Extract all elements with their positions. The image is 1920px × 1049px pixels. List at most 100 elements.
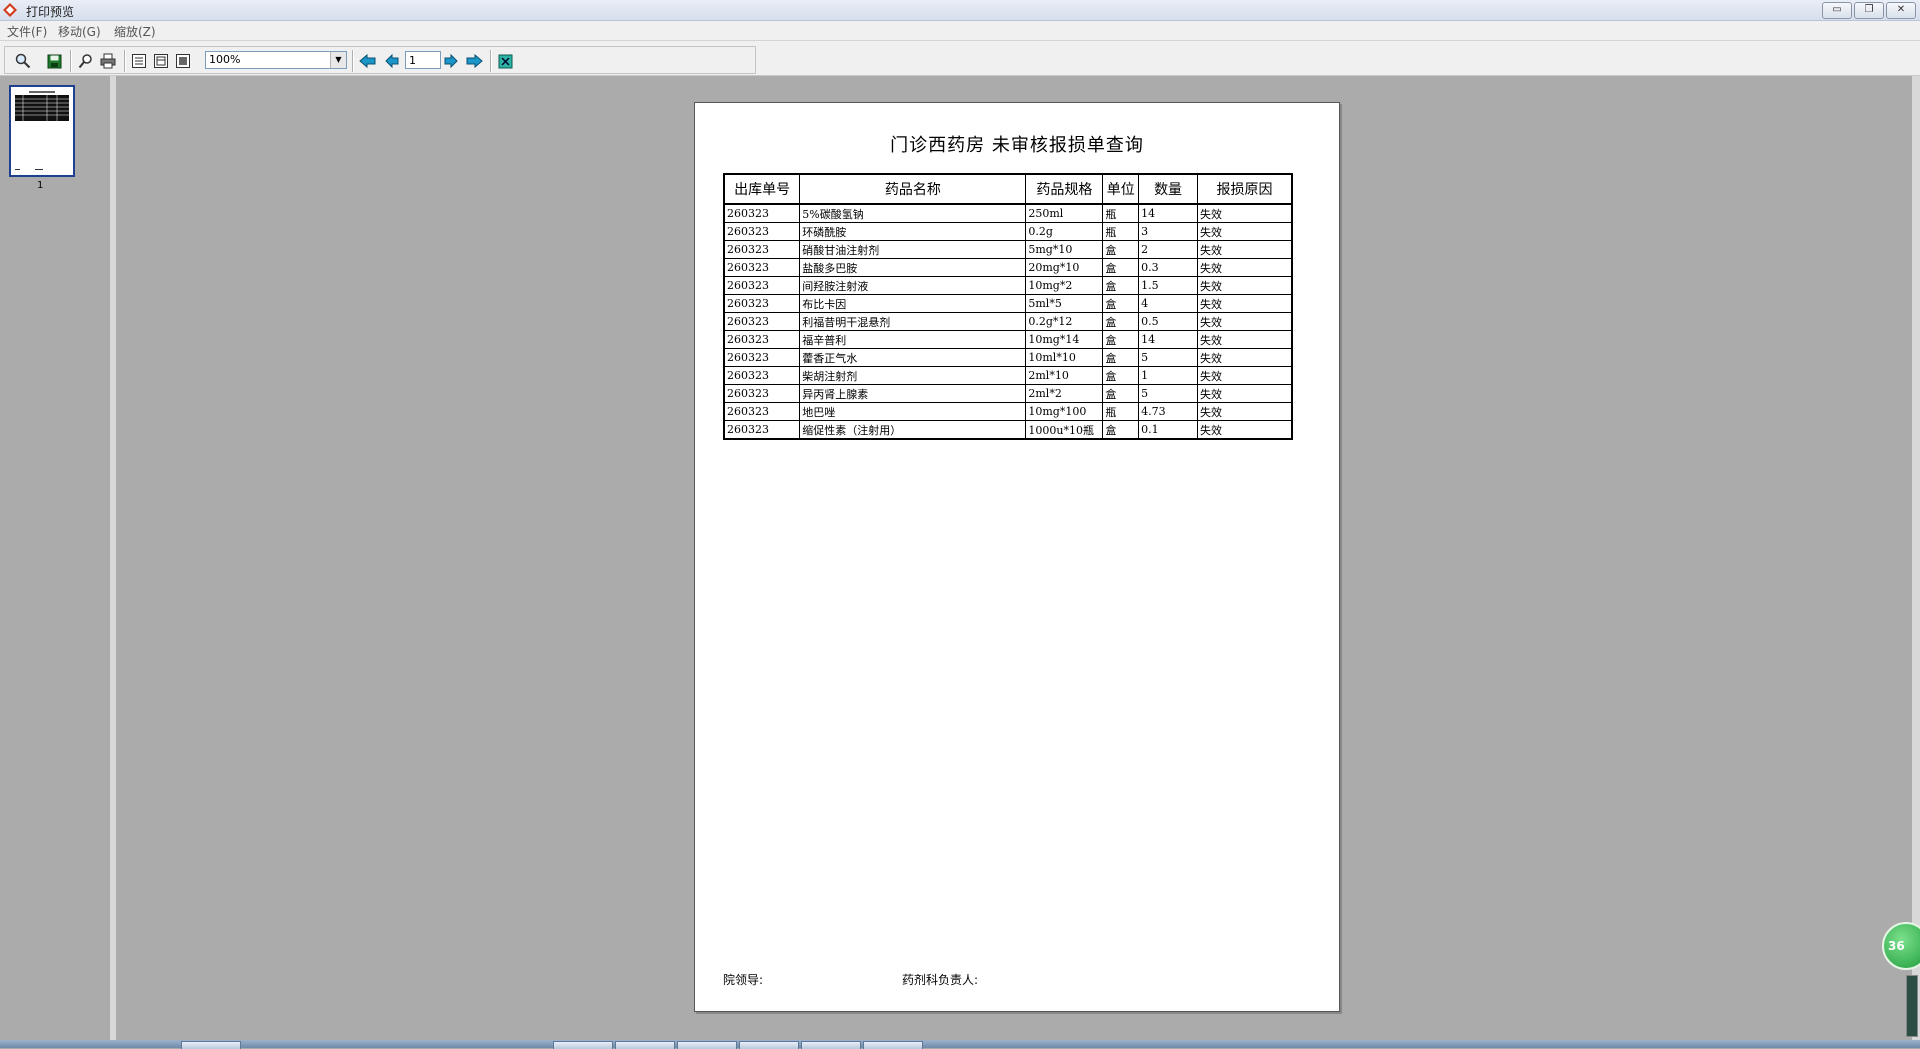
report-page: 门诊西药房 未审核报损单查询 出库单号 药品名称 药品规格 单位 数量 报损原因… xyxy=(694,102,1340,1012)
menu-move[interactable]: 移动(G) xyxy=(58,23,101,40)
table-cell: 失效 xyxy=(1196,330,1293,349)
table-row: 260323 硝酸甘油注射剂 5mg*10 盒 2 失效 xyxy=(723,240,1293,259)
table-row: 260323 异丙肾上腺素 2ml*2 盒 5 失效 xyxy=(723,384,1293,403)
report-title: 门诊西药房 未审核报损单查询 xyxy=(890,135,1144,156)
column-header: 药品名称 xyxy=(799,173,1027,205)
chevron-down-icon[interactable]: ▼ xyxy=(330,52,346,68)
table-cell: 260323 xyxy=(723,384,801,403)
table-cell: 盒 xyxy=(1102,348,1140,367)
table-cell: 2 xyxy=(1138,240,1198,259)
table-cell: 0.2g xyxy=(1025,222,1104,241)
table-cell: 260323 xyxy=(723,294,801,313)
table-cell: 260323 xyxy=(723,366,801,385)
right-edge-strip xyxy=(1912,76,1920,1040)
table-cell: 盒 xyxy=(1102,294,1140,313)
table-row: 260323 藿香正气水 10ml*10 盒 5 失效 xyxy=(723,348,1293,367)
minimize-button[interactable]: ▭ xyxy=(1822,2,1852,19)
zoom-icon xyxy=(15,53,31,69)
save-icon xyxy=(47,54,61,68)
zoom-button[interactable] xyxy=(13,51,33,71)
table-cell: 失效 xyxy=(1196,420,1293,440)
previous-page-button[interactable] xyxy=(382,51,402,71)
column-header: 药品规格 xyxy=(1025,173,1104,205)
table-cell: 瓶 xyxy=(1102,402,1140,421)
table-cell: 福辛普利 xyxy=(799,330,1027,349)
table-cell: 失效 xyxy=(1196,402,1293,421)
table-cell: 0.3 xyxy=(1138,258,1198,277)
table-cell: 盒 xyxy=(1102,384,1140,403)
table-cell: 间羟胺注射液 xyxy=(799,276,1027,295)
print-button[interactable] xyxy=(98,51,118,71)
table-cell: 环磷酰胺 xyxy=(799,222,1027,241)
table-cell: 14 xyxy=(1138,203,1198,223)
zoom-select[interactable]: 100% ▼ xyxy=(205,51,347,69)
thumbnail-panel: 1 xyxy=(0,76,116,1040)
menu-zoom[interactable]: 缩放(Z) xyxy=(114,23,156,40)
table-cell: 失效 xyxy=(1196,348,1293,367)
table-cell: 260323 xyxy=(723,222,801,241)
table-cell: 260323 xyxy=(723,330,801,349)
table-cell: 10mg*14 xyxy=(1025,330,1104,349)
one-page-button[interactable] xyxy=(129,51,149,71)
title-bar: 打印预览 ▭ ❐ ✕ xyxy=(0,0,1920,21)
table-cell: 硝酸甘油注射剂 xyxy=(799,240,1027,259)
table-cell: 失效 xyxy=(1196,384,1293,403)
last-page-icon xyxy=(466,54,483,68)
table-cell: 260323 xyxy=(723,348,801,367)
table-cell: 4.73 xyxy=(1138,402,1198,421)
table-cell: 盒 xyxy=(1102,330,1140,349)
last-page-button[interactable] xyxy=(464,51,484,71)
table-cell: 3 xyxy=(1138,222,1198,241)
table-cell: 失效 xyxy=(1196,240,1293,259)
table-cell: 2ml*2 xyxy=(1025,384,1104,403)
table-cell: 0.5 xyxy=(1138,312,1198,331)
table-row: 260323 地巴唑 10mg*100 瓶 4.73 失效 xyxy=(723,402,1293,421)
page-thumbnail[interactable] xyxy=(9,85,75,177)
pharmacy-head-signature: 药剂科负责人: xyxy=(902,973,979,987)
table-cell: 5mg*10 xyxy=(1025,240,1104,259)
toolbar-separator xyxy=(70,50,72,72)
table-cell: 异丙肾上腺素 xyxy=(799,384,1027,403)
close-button[interactable]: ✕ xyxy=(1886,2,1916,19)
table-cell: 10mg*2 xyxy=(1025,276,1104,295)
table-cell: 20mg*10 xyxy=(1025,258,1104,277)
first-page-button[interactable] xyxy=(358,51,378,71)
table-cell: 失效 xyxy=(1196,294,1293,313)
next-page-button[interactable] xyxy=(441,51,461,71)
hospital-leader-signature: 院领导: xyxy=(723,973,764,987)
exit-button[interactable] xyxy=(495,51,515,71)
restore-button[interactable]: ❐ xyxy=(1854,2,1884,19)
save-button[interactable] xyxy=(44,51,64,71)
exit-icon xyxy=(498,54,512,68)
table-cell: 失效 xyxy=(1196,276,1293,295)
page-thumbnail-image xyxy=(15,91,69,170)
column-header: 单位 xyxy=(1102,173,1140,205)
table-cell: 4 xyxy=(1138,294,1198,313)
table-cell: 260323 xyxy=(723,402,801,421)
multi-page-button[interactable] xyxy=(173,51,193,71)
table-cell: 10mg*100 xyxy=(1025,402,1104,421)
table-cell: 盒 xyxy=(1102,420,1140,440)
table-cell: 失效 xyxy=(1196,203,1293,223)
page-number-input[interactable] xyxy=(405,51,441,69)
table-row: 260323 福辛普利 10mg*14 盒 14 失效 xyxy=(723,330,1293,349)
table-cell: 柴胡注射剂 xyxy=(799,366,1027,385)
find-icon xyxy=(78,54,92,69)
next-page-icon xyxy=(444,54,458,68)
page-setup-button[interactable] xyxy=(151,51,171,71)
menu-file[interactable]: 文件(F) xyxy=(7,23,47,40)
table-cell: 2ml*10 xyxy=(1025,366,1104,385)
page-setup-icon xyxy=(154,54,168,68)
table-cell: 盒 xyxy=(1102,366,1140,385)
thumbnail-page-number: 1 xyxy=(37,180,44,191)
window-title: 打印预览 xyxy=(26,5,75,19)
table-cell: 260323 xyxy=(723,276,801,295)
print-icon xyxy=(100,53,116,69)
table-row: 260323 盐酸多巴胺 20mg*10 盒 0.3 失效 xyxy=(723,258,1293,277)
table-cell: 0.1 xyxy=(1138,420,1198,440)
find-button[interactable] xyxy=(76,51,96,71)
side-meter xyxy=(1906,975,1918,1037)
report-table: 出库单号 药品名称 药品规格 单位 数量 报损原因 260323 5%碳酸氢钠 25… xyxy=(723,173,1293,440)
toolbar: 100% ▼ xyxy=(0,41,1920,76)
table-cell: 藿香正气水 xyxy=(799,348,1027,367)
